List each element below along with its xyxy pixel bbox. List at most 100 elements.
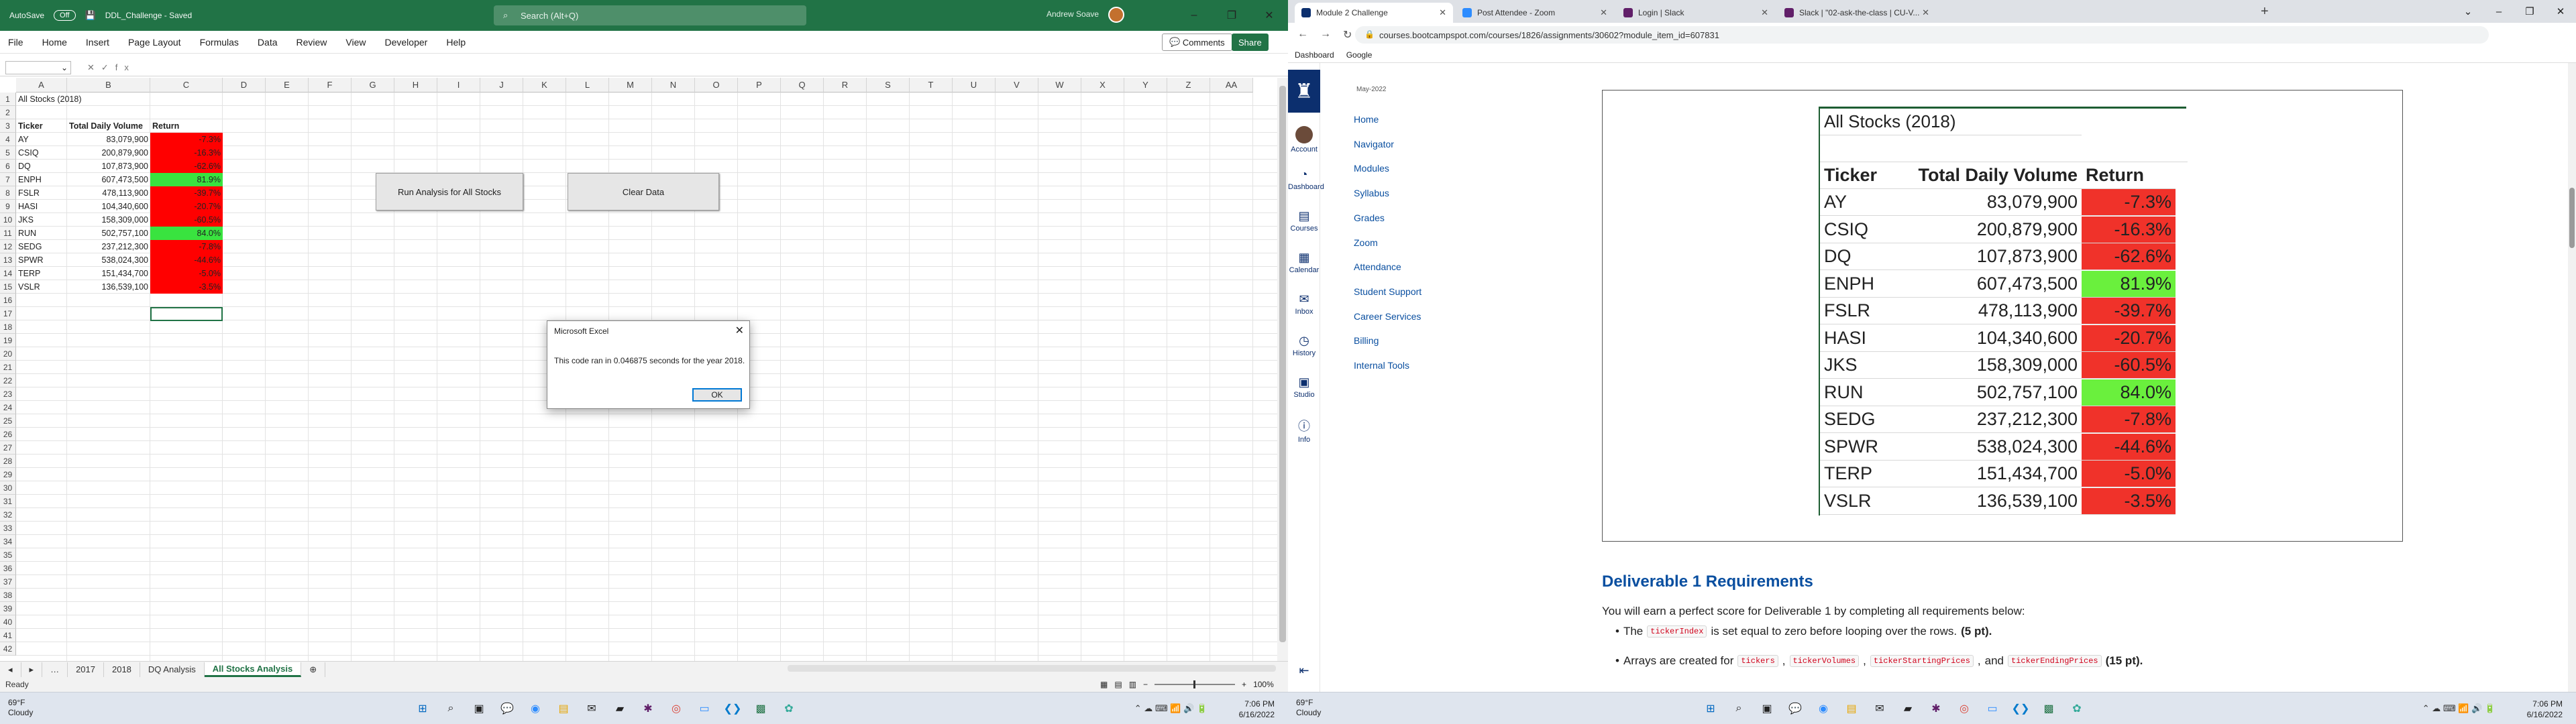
row-header[interactable]: 14 <box>0 267 16 280</box>
bookmark-google[interactable]: Google <box>1346 50 1373 60</box>
column-header[interactable]: U <box>953 78 996 93</box>
row-header[interactable]: 11 <box>0 227 16 240</box>
weather-widget[interactable]: 69°F Cloudy <box>8 698 33 718</box>
row-header[interactable]: 21 <box>0 361 16 374</box>
column-header[interactable]: H <box>394 78 437 93</box>
vertical-scrollbar[interactable] <box>1277 78 1288 661</box>
header-volume[interactable]: Total Daily Volume <box>67 119 150 133</box>
menu-file[interactable]: File <box>8 37 23 48</box>
menu-home[interactable]: Home <box>42 37 67 48</box>
horizontal-scrollbar[interactable] <box>788 665 1276 672</box>
row-header[interactable]: 12 <box>0 240 16 253</box>
column-header[interactable]: M <box>609 78 652 93</box>
row-header[interactable]: 15 <box>0 280 16 294</box>
row-header[interactable]: 39 <box>0 602 16 615</box>
autosave-toggle[interactable]: Off <box>54 10 76 21</box>
volume-cell[interactable]: 607,473,500 <box>67 173 150 186</box>
column-header[interactable]: S <box>867 78 910 93</box>
close-icon[interactable]: ✕ <box>735 324 744 337</box>
page-layout-icon[interactable]: ▤ <box>1114 680 1122 689</box>
normal-view-icon[interactable]: ▦ <box>1100 680 1108 689</box>
app-icon[interactable]: ✿ <box>2068 699 2086 718</box>
return-cell[interactable]: -60.5% <box>150 213 223 227</box>
nav-studio[interactable]: ▣ Studio <box>1288 375 1320 399</box>
course-nav-navigator[interactable]: Navigator <box>1354 139 1394 149</box>
row-header[interactable]: 23 <box>0 387 16 401</box>
browser-tab[interactable]: Post Attendee - Zoom ✕ <box>1456 3 1614 23</box>
mail-icon[interactable]: ✉ <box>582 699 601 718</box>
nav-info[interactable]: ⓘ Info <box>1288 417 1320 444</box>
return-cell[interactable]: -5.0% <box>150 267 223 280</box>
row-header[interactable]: 35 <box>0 548 16 562</box>
tab-prev-icon[interactable]: ◂ <box>0 662 21 677</box>
ticker-cell[interactable]: TERP <box>16 267 67 280</box>
ticker-cell[interactable]: HASI <box>16 200 67 213</box>
return-cell[interactable]: -44.6% <box>150 253 223 267</box>
run-analysis-button[interactable]: Run Analysis for All Stocks <box>376 173 523 210</box>
ticker-cell[interactable]: VSLR <box>16 280 67 294</box>
nav-inbox[interactable]: ✉ Inbox <box>1288 292 1320 316</box>
header-ticker[interactable]: Ticker <box>16 119 67 133</box>
row-header[interactable]: 34 <box>0 535 16 548</box>
vscode-icon[interactable]: ❮❯ <box>2011 699 2030 718</box>
course-nav-attendance[interactable]: Attendance <box>1354 261 1401 272</box>
row-header[interactable]: 17 <box>0 307 16 320</box>
column-header[interactable]: L <box>566 78 609 93</box>
page-scrollbar[interactable] <box>2568 63 2576 692</box>
column-header[interactable]: Z <box>1167 78 1210 93</box>
save-icon[interactable]: 💾 <box>85 10 96 21</box>
row-header[interactable]: 2 <box>0 106 16 119</box>
browser-tab[interactable]: Slack | "02-ask-the-class | CU-V... ✕ <box>1778 3 1936 23</box>
course-nav-billing[interactable]: Billing <box>1354 335 1379 346</box>
nav-dashboard[interactable]: ◔ Dashboard <box>1288 168 1324 191</box>
course-nav-zoom[interactable]: Zoom <box>1354 237 1378 248</box>
row-header[interactable]: 4 <box>0 133 16 146</box>
column-header[interactable]: F <box>309 78 352 93</box>
row-header[interactable]: 10 <box>0 213 16 227</box>
bookmark-dashboard[interactable]: Dashboard <box>1295 50 1334 60</box>
row-header[interactable]: 19 <box>0 334 16 347</box>
minimize-icon[interactable]: – <box>1175 0 1213 31</box>
row-header[interactable]: 32 <box>0 508 16 522</box>
chrome-icon[interactable]: ◎ <box>667 699 686 718</box>
comments-button[interactable]: 💬 Comments <box>1162 34 1232 51</box>
row-header[interactable]: 5 <box>0 146 16 160</box>
name-box[interactable]: ⌄ <box>5 60 71 74</box>
nav-courses[interactable]: ▤ Courses <box>1288 209 1320 233</box>
slack-icon[interactable]: ✱ <box>639 699 657 718</box>
chat-icon[interactable]: 💬 <box>1786 699 1805 718</box>
row-header[interactable]: 22 <box>0 374 16 387</box>
row-header[interactable]: 31 <box>0 495 16 508</box>
column-header[interactable]: E <box>266 78 309 93</box>
return-cell[interactable]: -39.7% <box>150 186 223 200</box>
menu-data[interactable]: Data <box>258 37 278 48</box>
course-nav-career-services[interactable]: Career Services <box>1354 311 1421 322</box>
row-header[interactable]: 25 <box>0 414 16 428</box>
return-cell[interactable]: 84.0% <box>150 227 223 240</box>
zoom-slider[interactable] <box>1155 680 1236 688</box>
terminal-icon[interactable]: ▰ <box>1898 699 1917 718</box>
menu-page-layout[interactable]: Page Layout <box>128 37 181 48</box>
start-icon[interactable]: ⊞ <box>413 699 432 718</box>
row-header[interactable]: 42 <box>0 642 16 656</box>
browser-tab[interactable]: Login | Slack ✕ <box>1617 3 1775 23</box>
explorer-icon[interactable]: ▤ <box>1842 699 1861 718</box>
row-header[interactable]: 6 <box>0 160 16 173</box>
selected-cell[interactable] <box>150 307 223 321</box>
close-icon[interactable]: ✕ <box>1761 7 1768 18</box>
ticker-cell[interactable]: JKS <box>16 213 67 227</box>
avatar[interactable] <box>1108 7 1124 23</box>
column-header[interactable]: G <box>352 78 394 93</box>
course-nav-student-support[interactable]: Student Support <box>1354 286 1421 297</box>
app-icon[interactable]: ✿ <box>780 699 798 718</box>
volume-cell[interactable]: 83,079,900 <box>67 133 150 146</box>
zoom-app-icon[interactable]: ◉ <box>1814 699 1833 718</box>
row-header[interactable]: 20 <box>0 347 16 361</box>
tab-more-icon[interactable]: … <box>42 662 68 677</box>
ticker-cell[interactable]: SEDG <box>16 240 67 253</box>
share-button[interactable]: Share <box>1232 34 1269 51</box>
reload-icon[interactable]: ↻ <box>1343 28 1352 42</box>
nav-history[interactable]: ◷ History <box>1288 334 1320 357</box>
search-icon[interactable]: ⌕ <box>441 699 460 718</box>
row-header[interactable]: 16 <box>0 294 16 307</box>
